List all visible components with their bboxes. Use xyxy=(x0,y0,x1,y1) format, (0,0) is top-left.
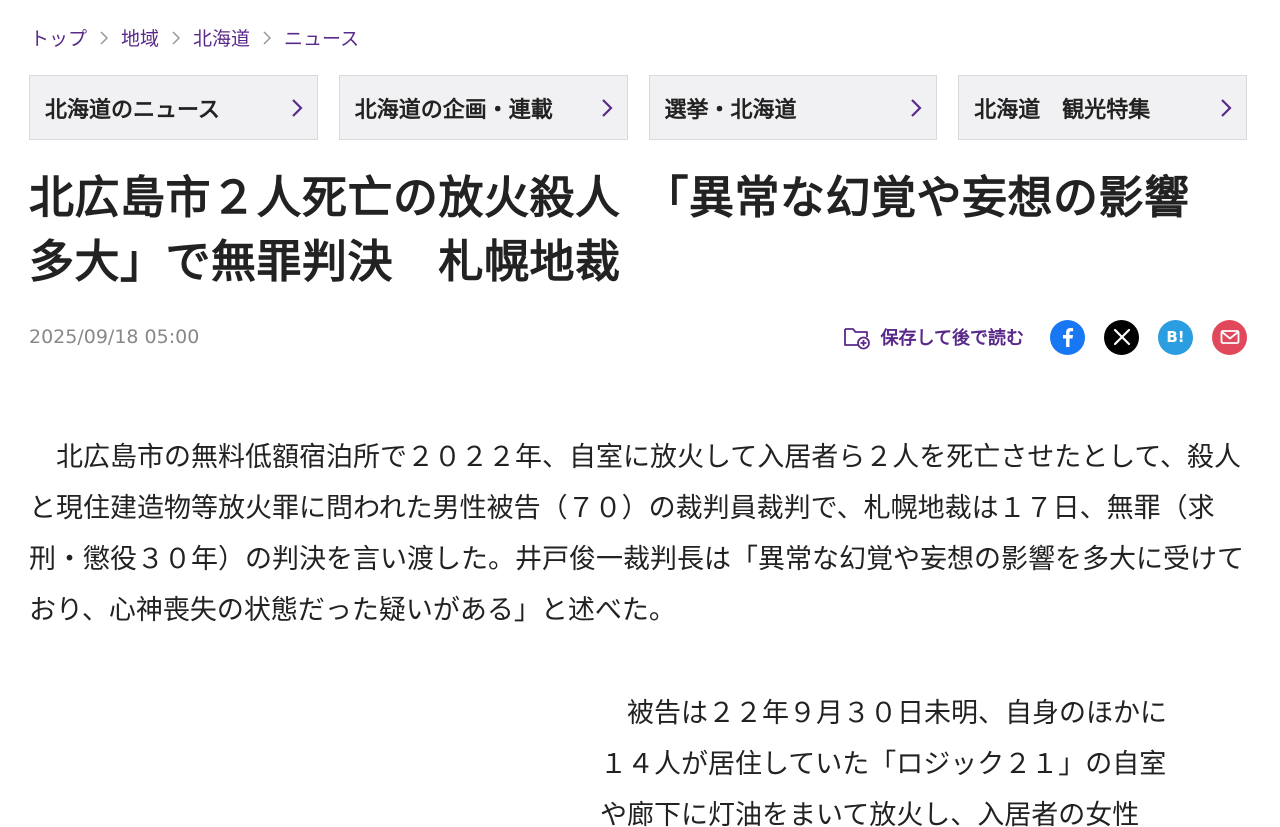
chevron-right-icon xyxy=(262,30,272,45)
chevron-right-icon xyxy=(290,98,303,118)
mail-icon xyxy=(1220,330,1239,344)
share-hatena-button[interactable]: B! xyxy=(1158,319,1193,355)
article-actions: 保存して後で読む B! xyxy=(843,319,1247,355)
category-label: 北海道のニュース xyxy=(45,97,220,123)
category-hokkaido-news[interactable]: 北海道のニュース xyxy=(29,75,318,140)
paragraph-2-line-2: １４人が居住していた「ロジック２１」の自室 xyxy=(600,749,1167,780)
share-facebook-button[interactable] xyxy=(1050,319,1085,355)
breadcrumb-top[interactable]: トップ xyxy=(30,24,87,51)
headline-line-1: 北広島市２人死亡の放火殺人 「異常な幻覚や妄想の影響 xyxy=(29,171,1190,224)
breadcrumb-news[interactable]: ニュース xyxy=(284,24,359,51)
category-nav: 北海道のニュース 北海道の企画・連載 選挙・北海道 北海道 観光特集 xyxy=(29,75,1247,140)
article-headline: 北広島市２人死亡の放火殺人 「異常な幻覚や妄想の影響 多大」で無罪判決 札幌地裁 xyxy=(29,166,1254,294)
category-election-hokkaido[interactable]: 選挙・北海道 xyxy=(648,75,938,140)
category-hokkaido-tourism[interactable]: 北海道 観光特集 xyxy=(958,75,1247,140)
x-icon xyxy=(1113,328,1130,346)
chevron-right-icon xyxy=(171,30,181,45)
breadcrumb: トップ 地域 北海道 ニュース xyxy=(30,24,359,51)
breadcrumb-hokkaido[interactable]: 北海道 xyxy=(193,24,250,51)
category-hokkaido-features[interactable]: 北海道の企画・連載 xyxy=(338,75,628,140)
chevron-right-icon xyxy=(99,30,109,45)
article-paragraph-1: 北広島市の無料低額宿泊所で２０２２年、自室に放火して入居者ら２人を死亡させたとし… xyxy=(29,442,1244,626)
breadcrumb-region[interactable]: 地域 xyxy=(121,24,159,51)
category-label: 北海道の企画・連載 xyxy=(354,97,553,123)
paragraph-2-line-3: や廊下に灯油をまいて放火し、入居者の女性 xyxy=(600,800,1140,827)
category-label: 北海道 観光特集 xyxy=(974,97,1151,123)
save-for-later-button[interactable]: 保存して後で読む xyxy=(843,324,1024,350)
chevron-right-icon xyxy=(909,98,922,118)
folder-plus-icon xyxy=(843,328,870,350)
paragraph-2-line-1: 被告は２２年９月３０日未明、自身のほかに xyxy=(600,698,1167,729)
chevron-right-icon xyxy=(1219,98,1232,118)
category-label: 選挙・北海道 xyxy=(664,97,797,123)
chevron-right-icon xyxy=(600,98,613,118)
save-label: 保存して後で読む xyxy=(880,328,1024,349)
article-paragraph-2: 被告は２２年９月３０日未明、自身のほかに １４人が居住していた「ロジック２１」の… xyxy=(600,688,1240,827)
facebook-icon xyxy=(1062,328,1073,347)
headline-line-2: 多大」で無罪判決 札幌地裁 xyxy=(29,235,621,288)
hatena-bookmark-icon: B! xyxy=(1166,328,1185,346)
article-meta: 2025/09/18 05:00 保存して後で読む B! xyxy=(29,318,1247,356)
publish-date: 2025/09/18 05:00 xyxy=(29,326,200,348)
share-mail-button[interactable] xyxy=(1212,319,1247,355)
share-x-button[interactable] xyxy=(1104,319,1139,355)
